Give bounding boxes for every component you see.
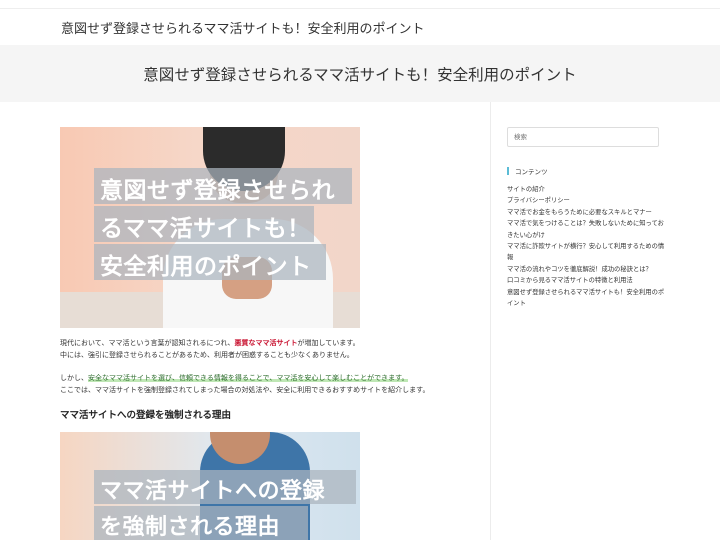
section-image: ママ活サイトへの登録 を強制される理由 — [60, 432, 360, 540]
contents-link-6[interactable]: ママ活の流れやコツを徹底解説！成功の秘訣とは？ — [507, 264, 667, 275]
hero-text-line-1: 意図せず登録させられ — [100, 178, 335, 204]
search-input[interactable] — [507, 127, 659, 147]
intro-text-1b: が増加しています。 — [297, 339, 360, 347]
contents-link-3[interactable]: ママ活でお金をもらうために必要なスキルとマナー — [507, 207, 667, 218]
contents-link-4[interactable]: ママ活で気をつけることは？失敗しないために知っておきたい心がけ — [507, 218, 667, 241]
intro-text-1a: 現代において、ママ活という言葉が認知されるにつれ、 — [60, 339, 235, 347]
highlighted-text: 安全なママ活サイトを選び、信頼できる情報を得ることで、ママ活を安心して楽しむこと… — [88, 374, 409, 382]
article-content: 意図せず登録させられ るママ活サイトも！ 安全利用のポイント 現代において、ママ… — [60, 102, 480, 540]
main-area: 意図せず登録させられ るママ活サイトも！ 安全利用のポイント 現代において、ママ… — [0, 102, 720, 540]
section-image-text-1: ママ活サイトへの登録 — [100, 479, 326, 504]
section-heading: ママ活サイトへの登録を強制される理由 — [60, 410, 232, 421]
widget-title-contents: コンテンツ — [507, 166, 548, 176]
second-text-2: ここでは、ママ活サイトを強制登録されてしまった場合の対処法や、安全に利用できるお… — [60, 386, 430, 394]
hero-text-line-2: るママ活サイトも！ — [100, 216, 311, 242]
contents-link-7[interactable]: 口コミから見るママ活サイトの特徴と利用法 — [507, 275, 667, 286]
contents-link-8[interactable]: 意図せず登録させられるママ活サイトも！安全利用のポイント — [507, 287, 667, 310]
sidebar-divider — [490, 102, 491, 540]
contents-link-5[interactable]: ママ活に詐欺サイトが横行？安心して利用するための情報 — [507, 241, 667, 264]
top-strip — [0, 0, 720, 9]
hero-image: 意図せず登録させられ るママ活サイトも！ 安全利用のポイント — [60, 127, 360, 328]
intro-emphasis: 悪質なママ活サイト — [234, 339, 298, 347]
site-header: 意図せず登録させられるママ活サイトも！安全利用のポイント — [0, 9, 720, 45]
page-header: 意図せず登録させられるママ活サイトも！安全利用のポイント — [0, 45, 720, 102]
site-title-link[interactable]: 意図せず登録させられるママ活サイトも！安全利用のポイント — [61, 18, 424, 37]
intro-text-2: 中には、強引に登録させられることがあるため、利用者が困惑することも少なくありませ… — [60, 351, 354, 359]
second-text-prefix: しかし、 — [60, 374, 88, 382]
contents-link-1[interactable]: サイトの紹介 — [507, 184, 667, 195]
contents-link-2[interactable]: プライバシーポリシー — [507, 195, 667, 206]
intro-paragraph: 現代において、ママ活という言葉が認知されるにつれ、悪質なママ活サイトが増加してい… — [60, 337, 360, 361]
section-image-text-2: を強制される理由 — [100, 515, 281, 540]
contents-list: サイトの紹介 プライバシーポリシー ママ活でお金をもらうために必要なスキルとマナ… — [507, 184, 667, 309]
page-title: 意図せず登録させられるママ活サイトも！安全利用のポイント — [143, 66, 577, 84]
hero-text-line-3: 安全利用のポイント — [100, 254, 312, 280]
second-paragraph: しかし、安全なママ活サイトを選び、信頼できる情報を得ることで、ママ活を安心して楽… — [60, 372, 429, 396]
